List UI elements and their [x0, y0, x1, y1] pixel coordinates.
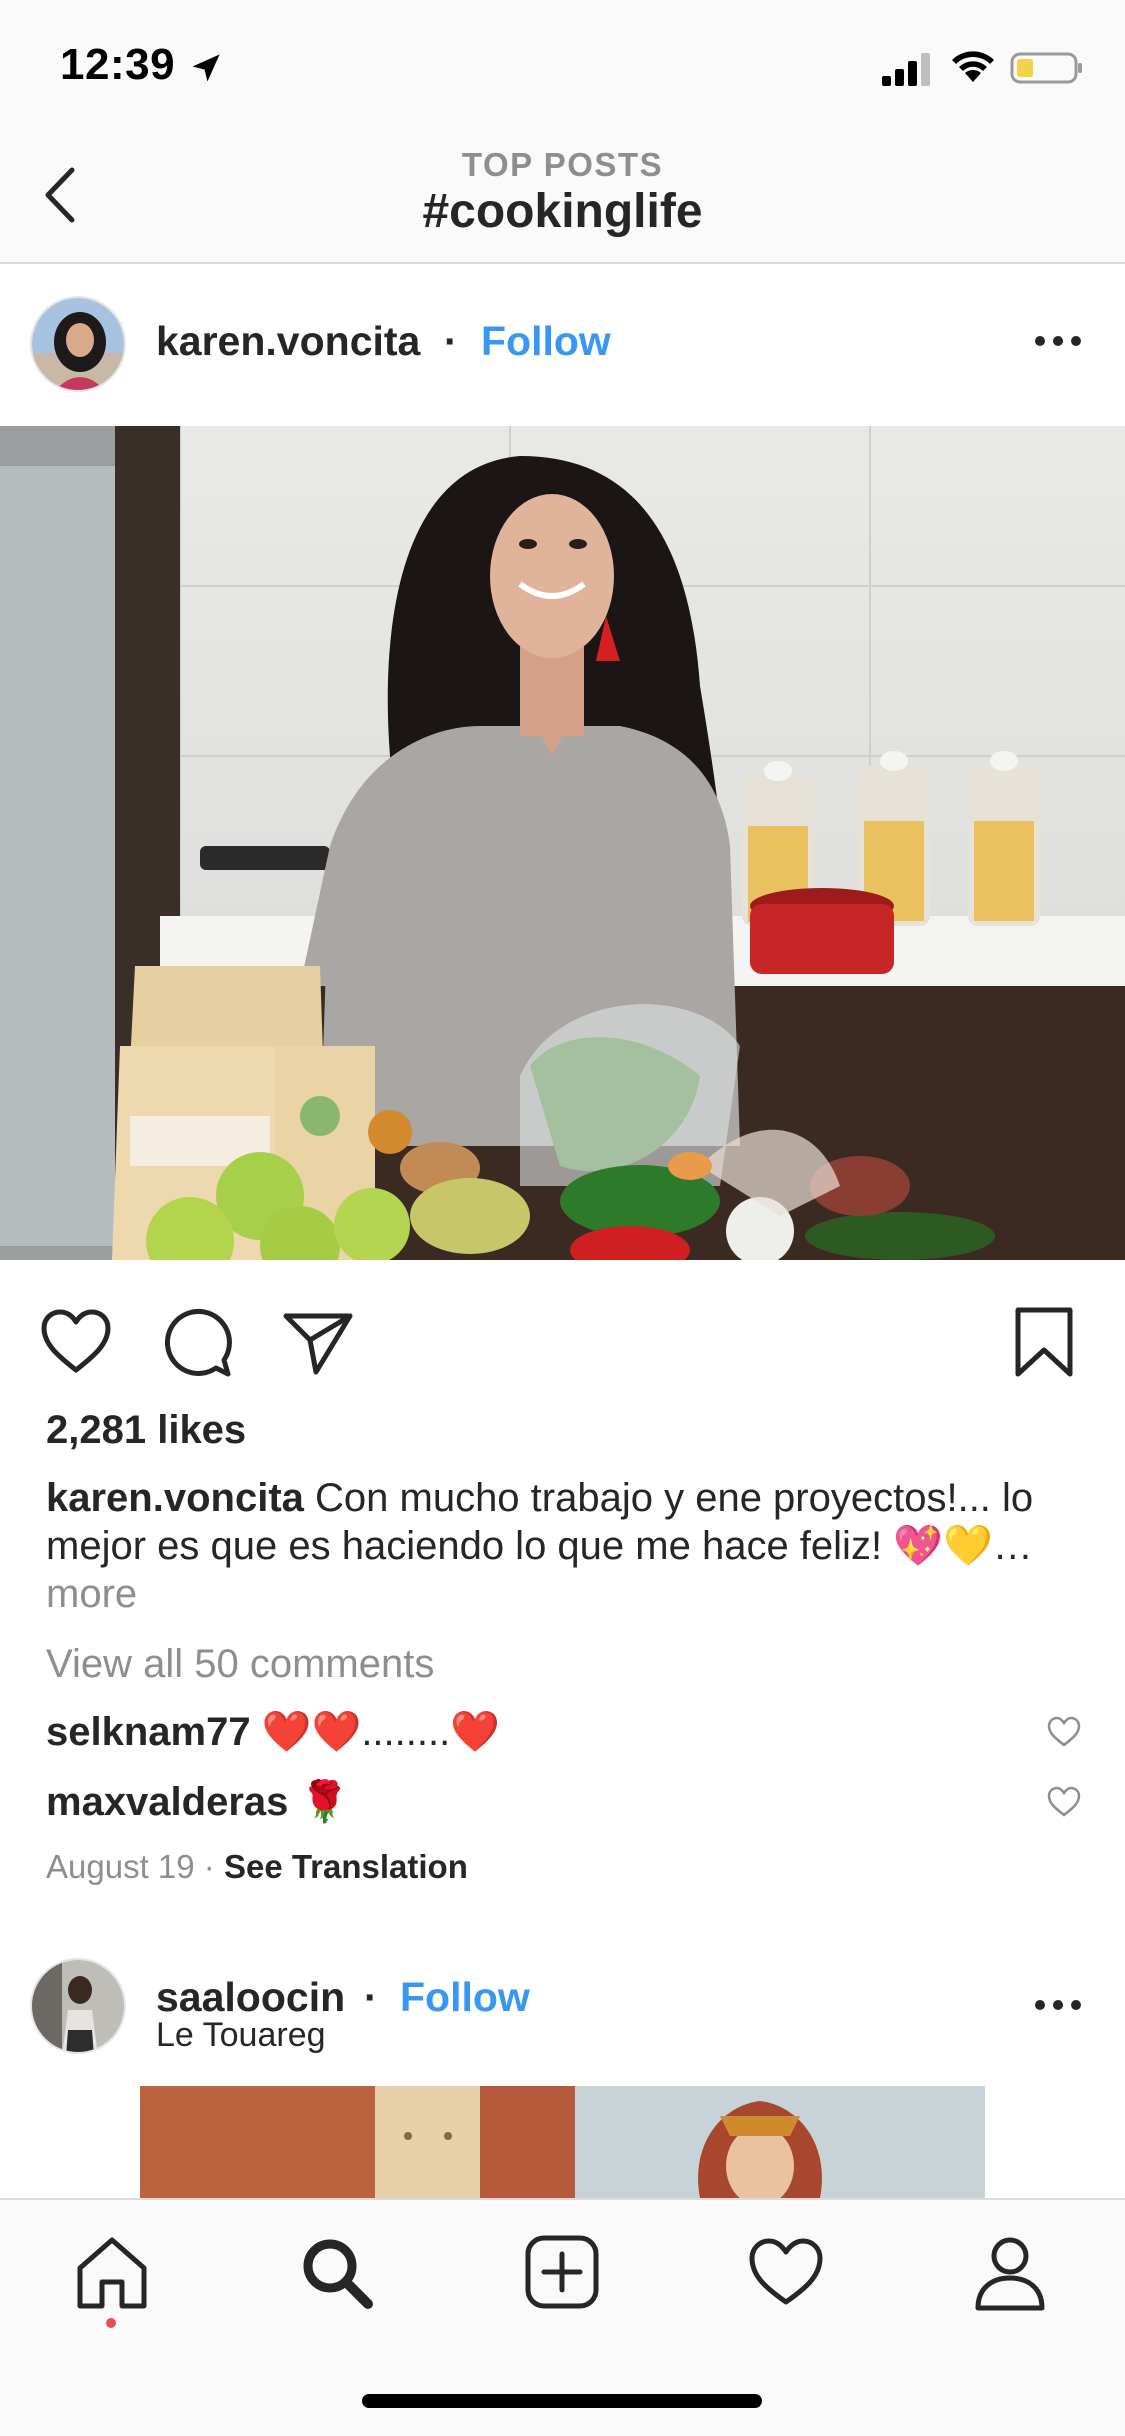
nav-subtitle: TOP POSTS — [461, 146, 664, 183]
post-username[interactable]: saaloocin — [156, 1974, 345, 2021]
comment-text: 🌹 — [288, 1780, 350, 1824]
home-notification-dot — [106, 2318, 116, 2328]
follow-button[interactable]: Follow — [481, 318, 611, 365]
status-time: 12:39 — [60, 40, 176, 89]
post-header: saaloocin · Follow Le Touareg — [0, 1940, 1125, 2085]
status-bar: 12:39 — [0, 0, 1125, 132]
caption-more-link[interactable]: more — [46, 1572, 137, 1616]
more-options-icon[interactable] — [1032, 326, 1084, 356]
avatar[interactable] — [30, 296, 126, 392]
separator-dot: · — [364, 1974, 378, 2020]
comment-bubble-icon[interactable] — [160, 1304, 236, 1380]
caption-ellipsis: … — [992, 1524, 1033, 1568]
post-caption: karen.voncita Con mucho trabajo y ene pr… — [46, 1474, 1086, 1618]
separator-dot: · — [444, 318, 458, 364]
profile-icon[interactable] — [970, 2232, 1050, 2312]
comment-item: maxvalderas 🌹 — [46, 1778, 349, 1825]
post-date-text: August 19 — [46, 1848, 195, 1885]
location-arrow-icon — [192, 54, 220, 82]
page-title: #cookinglife — [422, 185, 703, 238]
comment-text: ❤️❤️........❤️ — [250, 1710, 501, 1754]
comment-item: selknam77 ❤️❤️........❤️ — [46, 1708, 500, 1755]
add-post-icon[interactable] — [522, 2232, 602, 2312]
bookmark-save-icon[interactable] — [1010, 1304, 1078, 1380]
post-photo[interactable] — [0, 426, 1125, 1260]
view-all-comments-link[interactable]: View all 50 comments — [46, 1642, 434, 1687]
post-photo[interactable] — [0, 2086, 1125, 2198]
post-action-bar — [0, 1260, 1125, 1410]
see-translation-link[interactable]: See Translation — [224, 1848, 468, 1885]
post-header: karen.voncita · Follow — [0, 266, 1125, 426]
battery-icon — [1010, 52, 1082, 84]
comment-like-heart-icon[interactable] — [1046, 1786, 1082, 1818]
likes-count[interactable]: 2,281 likes — [46, 1408, 246, 1453]
activity-heart-icon[interactable] — [746, 2232, 826, 2312]
post-location[interactable]: Le Touareg — [156, 2016, 326, 2055]
follow-button[interactable]: Follow — [400, 1974, 530, 2021]
date-separator: · — [194, 1848, 224, 1885]
more-options-icon[interactable] — [1032, 1990, 1084, 2020]
avatar[interactable] — [30, 1958, 126, 2054]
home-icon[interactable] — [72, 2232, 152, 2312]
cellular-signal-icon — [882, 53, 930, 86]
comment-username[interactable]: selknam77 — [46, 1710, 251, 1754]
post-date: August 19 · See Translation — [46, 1848, 468, 1886]
comment-username[interactable]: maxvalderas — [46, 1780, 288, 1824]
home-indicator[interactable] — [362, 2394, 762, 2408]
caption-username[interactable]: karen.voncita — [46, 1476, 304, 1520]
search-icon[interactable] — [296, 2232, 376, 2312]
comment-like-heart-icon[interactable] — [1046, 1716, 1082, 1748]
nav-header: TOP POSTS #cookinglife — [0, 132, 1125, 264]
like-heart-icon[interactable] — [38, 1304, 114, 1380]
share-paper-plane-icon[interactable] — [280, 1304, 356, 1380]
post-username[interactable]: karen.voncita — [156, 318, 420, 365]
wifi-icon — [952, 51, 994, 82]
